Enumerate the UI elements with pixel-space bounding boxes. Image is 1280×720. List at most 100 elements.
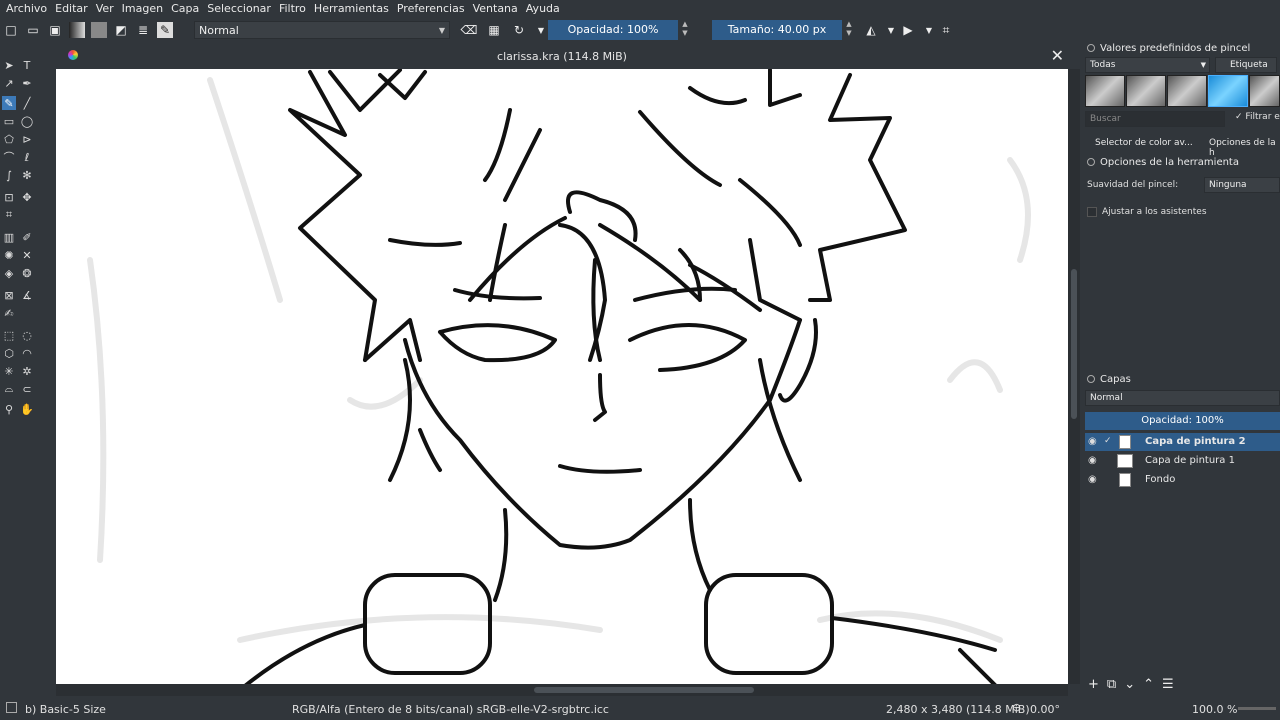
bezier-tool-icon[interactable]: ⌒ <box>2 150 16 164</box>
move-down-icon[interactable]: ⌄ <box>1124 677 1135 692</box>
menu-filtro[interactable]: Filtro <box>275 2 310 15</box>
polygon-select-icon[interactable]: ⬡ <box>2 346 16 360</box>
eye-icon[interactable]: ◉ <box>1088 455 1097 466</box>
smart-patch-icon[interactable]: ✺ <box>2 248 16 262</box>
polyline-tool-icon[interactable]: ⊳ <box>20 132 34 146</box>
opacity-slider[interactable]: Opacidad: 100% <box>548 20 678 40</box>
drawing-canvas[interactable] <box>56 69 1068 684</box>
freehand-path-icon[interactable]: ℓ <box>20 150 34 164</box>
assistant-tool-icon[interactable]: ✕ <box>20 248 34 262</box>
contiguous-select-icon[interactable]: ✳ <box>2 364 16 378</box>
menu-editar[interactable]: Editar <box>51 2 92 15</box>
brush-preset-4[interactable] <box>1208 75 1248 107</box>
gradient-tool-icon[interactable]: ▥ <box>2 230 16 244</box>
reload-icon[interactable]: ↻ <box>511 22 527 38</box>
mirror-vertical-icon[interactable]: ▶ <box>900 22 916 38</box>
polygon-tool-icon[interactable]: ⬠ <box>2 132 16 146</box>
line-tool-icon[interactable]: ╱ <box>20 96 34 110</box>
scrollbar-thumb[interactable] <box>1071 269 1077 419</box>
vertical-scrollbar[interactable] <box>1068 69 1080 684</box>
menu-imagen[interactable]: Imagen <box>118 2 167 15</box>
opacity-spin[interactable]: ▲ ▼ <box>680 20 690 40</box>
brush-preset-5[interactable] <box>1249 75 1280 107</box>
preset-search-input[interactable]: Buscar <box>1085 111 1225 127</box>
rectangle-tool-icon[interactable]: ▭ <box>2 114 16 128</box>
edit-shapes-icon[interactable]: ↗ <box>2 76 16 90</box>
gradient-icon[interactable] <box>69 22 85 38</box>
dynamic-brush-icon[interactable]: ∫ <box>2 168 16 182</box>
eraser-icon[interactable]: ⌫ <box>461 22 478 38</box>
menu-herramientas[interactable]: Herramientas <box>310 2 393 15</box>
bezier-select-icon[interactable]: ⌓ <box>2 382 16 396</box>
tag-button[interactable]: Etiqueta <box>1215 57 1277 73</box>
horizontal-scrollbar[interactable] <box>56 684 1068 696</box>
panel-toggle-icon[interactable] <box>1087 44 1095 52</box>
layer-blend-select[interactable]: Normal <box>1085 390 1280 406</box>
mirror-horizontal-icon[interactable]: ◭ <box>863 22 879 38</box>
ellipse-tool-icon[interactable]: ◯ <box>20 114 34 128</box>
layer-row[interactable]: ◉ Capa de pintura 1 <box>1085 452 1280 470</box>
similar-select-icon[interactable]: ✲ <box>20 364 34 378</box>
transform-tool-icon[interactable]: ⊡ <box>2 190 16 204</box>
menu-ayuda[interactable]: Ayuda <box>522 2 564 15</box>
filter-checkbox[interactable]: ✓ Filtrar e <box>1235 112 1280 122</box>
brush-settings-icon[interactable]: ≣ <box>135 22 151 38</box>
menu-ver[interactable]: Ver <box>92 2 118 15</box>
scrollbar-thumb[interactable] <box>534 687 754 693</box>
select-shapes-icon[interactable]: ➤ <box>2 58 16 72</box>
tab-color-selector[interactable]: Selector de color av... <box>1095 138 1193 154</box>
save-icon[interactable]: ▣ <box>47 22 63 38</box>
snap-checkbox[interactable] <box>1087 207 1097 217</box>
pan-tool-icon[interactable]: ✋ <box>20 402 34 416</box>
panel-toggle-icon[interactable] <box>1087 158 1095 166</box>
preset-filter-select[interactable]: Todas ▼ <box>1085 57 1210 73</box>
move-up-icon[interactable]: ⌃ <box>1143 677 1154 692</box>
menu-archivo[interactable]: Archivo <box>2 2 51 15</box>
color-picker-icon[interactable]: ✐ <box>20 230 34 244</box>
color-swap-icon[interactable]: ◩ <box>113 22 129 38</box>
alpha-lock-icon[interactable]: ▦ <box>486 22 502 38</box>
size-spin[interactable]: ▲ ▼ <box>844 20 854 40</box>
pattern-icon[interactable] <box>91 22 107 38</box>
brush-preset-3[interactable] <box>1167 75 1207 107</box>
zoom-slider[interactable] <box>1238 707 1276 710</box>
close-icon[interactable]: ✕ <box>1051 46 1064 65</box>
move-tool-icon[interactable]: ✥ <box>20 190 34 204</box>
size-slider[interactable]: Tamaño: 40.00 px <box>712 20 842 40</box>
text-tool-icon[interactable]: T <box>20 58 34 72</box>
chevron-down-icon[interactable]: ▼ <box>921 22 937 38</box>
menu-seleccionar[interactable]: Seleccionar <box>203 2 275 15</box>
checkmark-icon[interactable]: ✓ <box>1104 436 1112 446</box>
brush-preset-icon[interactable]: ✎ <box>157 22 173 38</box>
crop-icon[interactable]: ⌗ <box>938 22 954 38</box>
fill-tool-icon[interactable]: ◈ <box>2 266 16 280</box>
rect-select-icon[interactable]: ⬚ <box>2 328 16 342</box>
menu-capa[interactable]: Capa <box>167 2 203 15</box>
assistant-icon[interactable]: ⊠ <box>2 288 16 302</box>
chevron-down-icon[interactable]: ▼ <box>883 22 899 38</box>
open-folder-icon[interactable]: ▭ <box>25 22 41 38</box>
chevron-down-icon[interactable]: ▼ <box>533 22 549 38</box>
zoom-tool-icon[interactable]: ⚲ <box>2 402 16 416</box>
brush-preset-1[interactable] <box>1085 75 1125 107</box>
brush-preset-2[interactable] <box>1126 75 1166 107</box>
new-document-icon[interactable]: □ <box>3 22 19 38</box>
freehand-brush-icon[interactable]: ✎ <box>2 96 16 110</box>
layer-row[interactable]: ◉ ✓ Capa de pintura 2 <box>1085 433 1280 451</box>
duplicate-layer-icon[interactable]: ⧉ <box>1107 677 1116 692</box>
calligraphy-icon[interactable]: ✒ <box>20 76 34 90</box>
panel-toggle-icon[interactable] <box>1087 375 1095 383</box>
menu-preferencias[interactable]: Preferencias <box>393 2 469 15</box>
ellipse-select-icon[interactable]: ◌ <box>20 328 34 342</box>
magnetic-select-icon[interactable]: ⊂ <box>20 382 34 396</box>
smoothing-select[interactable]: Ninguna <box>1204 177 1280 193</box>
freehand-select-icon[interactable]: ◠ <box>20 346 34 360</box>
crop-tool-icon[interactable]: ⌗ <box>2 208 16 222</box>
measure-tool-icon[interactable]: ∡ <box>20 288 34 302</box>
layer-row[interactable]: ◉ Fondo <box>1085 471 1280 489</box>
eye-icon[interactable]: ◉ <box>1088 474 1097 485</box>
eye-icon[interactable]: ◉ <box>1088 436 1097 447</box>
enclose-fill-icon[interactable]: ❂ <box>20 266 34 280</box>
reference-tool-icon[interactable]: ✍ <box>2 306 16 320</box>
multibrush-icon[interactable]: ✻ <box>20 168 34 182</box>
